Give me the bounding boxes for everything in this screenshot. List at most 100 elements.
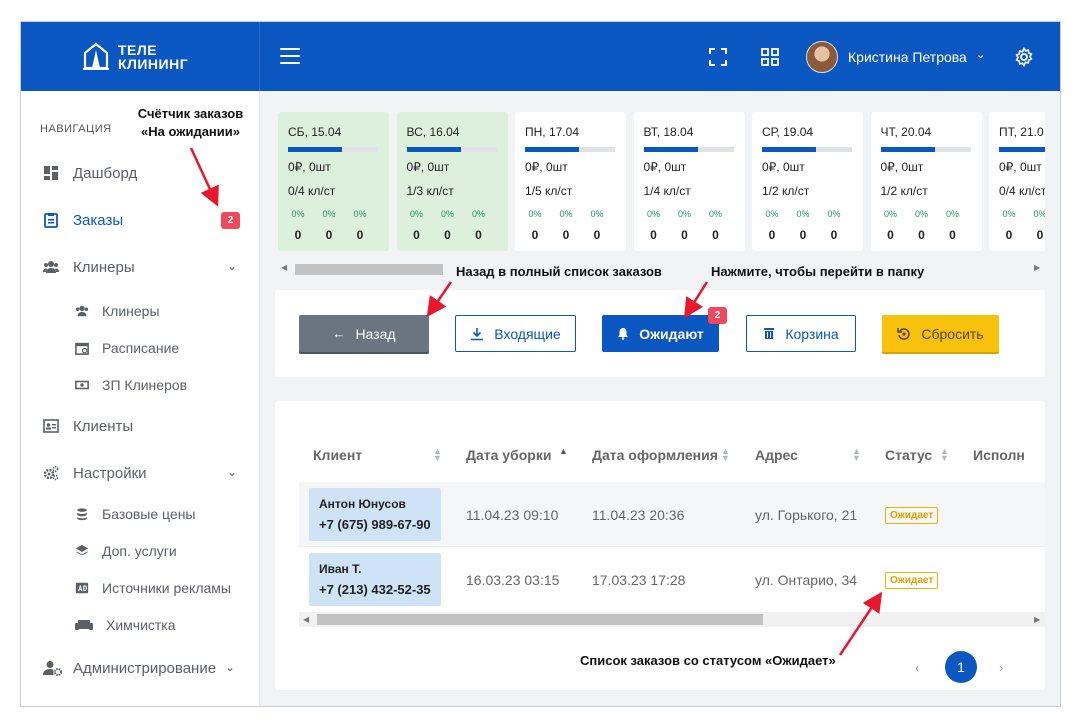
sort-icon[interactable]: ▲ ▼: [433, 447, 442, 463]
day-progress-fill: [643, 147, 698, 152]
sidebar-subitem-label: Химчистка: [106, 617, 176, 633]
order-date-cell: 17.03.23 17:28: [592, 572, 686, 588]
logo[interactable]: ТЕЛЕ КЛИНИНГ: [21, 22, 260, 91]
day-card[interactable]: ПН, 17.04 0₽, 0шт 1/5 кл/ст 0% 0% 0% 0 0 0: [515, 112, 626, 251]
client-phone: +7 (675) 989-67-90: [319, 517, 431, 532]
chevron-down-icon: ⌄: [227, 259, 238, 273]
day-cards-scrollbar[interactable]: ◀ ▶: [279, 262, 1045, 276]
day-progress-fill: [406, 147, 461, 152]
avatar[interactable]: [806, 41, 838, 73]
incoming-button[interactable]: Входящие: [455, 315, 576, 352]
logo-line1: ТЕЛЕ: [118, 42, 158, 58]
day-card[interactable]: ЧТ, 20.04 0₽, 0шт 1/2 кл/ст 0% 0% 0% 0 0 0: [870, 112, 982, 251]
day-progress-fill: [762, 147, 816, 152]
day-percent: 0%: [590, 209, 604, 219]
annotation-folder: Нажмите, чтобы перейти в папку: [711, 264, 925, 279]
reset-button[interactable]: Сбросить: [882, 315, 999, 352]
sidebar-subitem-ad-sources[interactable]: Источники рекламы: [21, 574, 260, 602]
grid-icon[interactable]: [760, 47, 780, 67]
column-header-client[interactable]: Клиент: [313, 447, 362, 463]
pager-page-button[interactable]: 1: [945, 651, 977, 683]
day-percent: 0%: [471, 209, 485, 219]
day-progress-fill: [288, 147, 342, 152]
sidebar-subitem-base-prices[interactable]: Базовые цены: [21, 500, 260, 528]
sidebar-item-clients[interactable]: Клиенты: [21, 411, 260, 441]
sidebar-subitem-cleaners[interactable]: Клинеры: [21, 297, 260, 325]
chevron-down-icon[interactable]: ⌄: [976, 48, 985, 61]
sidebar-item-label: Клинеры: [73, 259, 135, 276]
client-cell[interactable]: Антон Юнусов +7 (675) 989-67-90: [309, 488, 441, 541]
day-title: ЧТ, 20.04: [880, 125, 932, 139]
download-icon: [471, 327, 484, 340]
day-percent: 0%: [1002, 209, 1016, 219]
scrollbar-thumb[interactable]: [295, 264, 443, 275]
client-cell[interactable]: Иван Т. +7 (213) 432-52-35: [309, 553, 441, 606]
fullscreen-icon[interactable]: [708, 47, 728, 67]
day-count: 0: [650, 228, 657, 242]
sidebar-item-cleaners[interactable]: Клинеры ⌄: [21, 252, 260, 282]
sidebar-subitem-label: Источники рекламы: [102, 580, 231, 596]
sort-icon[interactable]: ▲ ▼: [721, 447, 730, 463]
day-card[interactable]: ВС, 16.04 0₽, 0шт 1/3 кл/ст 0% 0% 0% 0 0 0: [396, 112, 508, 251]
sidebar-subitem-extra-services[interactable]: Доп. услуги: [21, 537, 260, 565]
scroll-left-icon[interactable]: ◀: [303, 615, 309, 624]
day-count: 0: [593, 228, 601, 242]
day-count: 0: [531, 228, 539, 242]
day-ratio: 1/3 кл/ст: [406, 184, 454, 198]
sidebar-item-label: Заказы: [73, 212, 124, 229]
day-card[interactable]: СБ, 15.04 0₽, 0шт 0/4 кл/ст 0% 0% 0% 0 0 0: [278, 112, 389, 251]
sort-icon[interactable]: ▲ ▼: [940, 447, 949, 463]
day-card[interactable]: ВТ, 18.04 0₽, 0шт 1/4 кл/ст 0% 0% 0% 0 0 0: [633, 112, 745, 251]
scroll-right-icon[interactable]: ▶: [1034, 263, 1040, 272]
sidebar-subitem-salary[interactable]: ЗП Клинеров: [21, 371, 260, 399]
sidebar-subitem-label: Базовые цены: [102, 506, 196, 522]
user-name[interactable]: Кристина Петрова: [848, 49, 967, 65]
column-header-executor[interactable]: Исполн: [973, 447, 1025, 463]
sort-icon[interactable]: ▲ ▼: [852, 447, 861, 463]
annotation-counter-line2: «На ожидании»: [141, 124, 240, 139]
day-card[interactable]: СР, 19.04 0₽, 0шт 1/2 кл/ст 0% 0% 0% 0 0 0: [752, 112, 863, 251]
annotation-counter: Счётчик заказов «На ожидании»: [128, 105, 253, 141]
column-header-address[interactable]: Адрес: [755, 447, 798, 463]
sidebar-item-dashboard[interactable]: Дашборд: [21, 158, 260, 188]
day-count: 0: [949, 228, 956, 242]
column-header-status[interactable]: Статус: [885, 447, 932, 463]
annotation-status-list: Список заказов со статусом «Ожидает»: [580, 653, 836, 668]
sidebar-subitem-dry-cleaning[interactable]: Химчистка: [21, 611, 260, 639]
table-row[interactable]: Иван Т. +7 (213) 432-52-35 16.03.23 03:1…: [299, 546, 1045, 610]
dashboard-icon: [44, 166, 58, 180]
pager-prev-button[interactable]: ‹: [915, 660, 919, 675]
day-percent: 0%: [646, 209, 660, 219]
scroll-right-icon[interactable]: ▶: [1034, 615, 1040, 624]
sofa-icon: [75, 620, 93, 630]
column-header-clean-date[interactable]: Дата уборки: [466, 447, 551, 463]
reset-icon: [897, 327, 911, 340]
back-button[interactable]: ← Назад: [299, 315, 429, 352]
calendar-icon: [75, 342, 89, 355]
layers-icon: [75, 544, 89, 556]
column-header-order-date[interactable]: Дата оформления: [592, 447, 718, 463]
day-card[interactable]: ПТ, 21.00₽, 0шт0/4 кл/ст0%0%0%000: [989, 112, 1045, 251]
pager-next-button[interactable]: ›: [999, 660, 1003, 675]
scroll-left-icon[interactable]: ◀: [281, 263, 287, 272]
day-count: 0: [294, 228, 302, 242]
day-progress-bar: [643, 147, 734, 152]
orders-table-panel: Клиент ▲ ▼ Дата уборки ▲ Дата оформления …: [275, 401, 1045, 690]
scrollbar-thumb[interactable]: [317, 614, 763, 625]
table-row[interactable]: Антон Юнусов +7 (675) 989-67-90 11.04.23…: [299, 482, 1045, 546]
day-count: 0: [918, 228, 925, 242]
back-button-label: Назад: [355, 325, 396, 342]
day-cards-strip: СБ, 15.04 0₽, 0шт 0/4 кл/ст 0% 0% 0% 0 0 0 ВС, 16…: [275, 110, 1045, 254]
sort-asc-icon[interactable]: ▲: [559, 447, 568, 456]
sidebar-item-administration[interactable]: Администрирование ⌄: [21, 653, 260, 683]
incoming-button-label: Входящие: [494, 325, 561, 342]
table-scrollbar[interactable]: ◀ ▶: [299, 612, 1045, 627]
logo-line2: КЛИНИНГ: [118, 56, 189, 72]
sidebar-item-settings[interactable]: Настройки ⌄: [21, 458, 260, 488]
trash-button[interactable]: Корзина: [746, 315, 856, 352]
sidebar-subitem-schedule[interactable]: Расписание: [21, 334, 260, 362]
day-percent: 0%: [914, 209, 928, 219]
menu-icon[interactable]: [280, 48, 300, 64]
gear-icon[interactable]: [1014, 47, 1034, 67]
waiting-button[interactable]: Ожидают: [602, 315, 719, 352]
